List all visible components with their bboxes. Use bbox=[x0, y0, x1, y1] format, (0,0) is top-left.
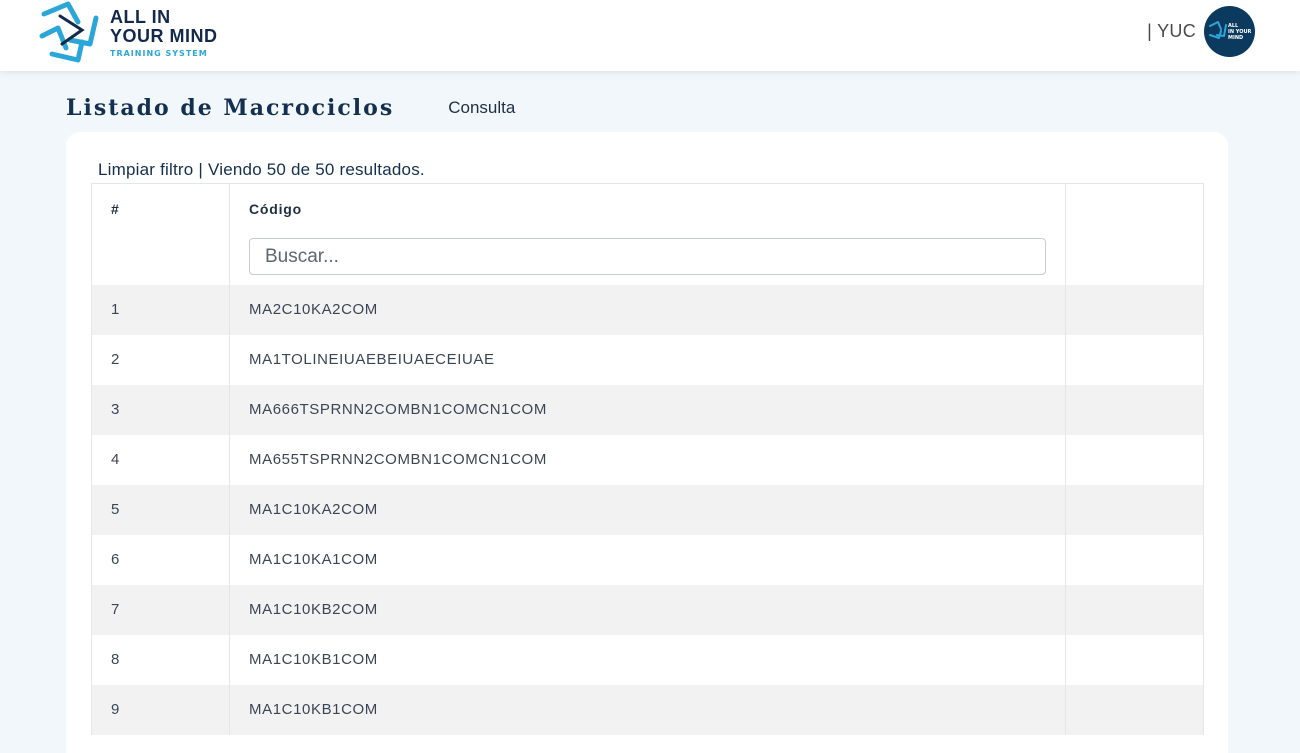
avatar-logo-icon: ALL IN YOUR MIND bbox=[1209, 20, 1252, 41]
avatar-text-3: MIND bbox=[1228, 35, 1243, 41]
view-detail-icon[interactable] bbox=[1065, 334, 1204, 385]
row-number: 8 bbox=[91, 634, 230, 685]
table-header-row: # Código bbox=[91, 183, 1204, 285]
row-code: MA1C10KB1COM bbox=[229, 684, 1066, 735]
view-detail-icon[interactable] bbox=[1065, 634, 1204, 685]
view-detail-icon[interactable] bbox=[1065, 284, 1204, 335]
table-row[interactable]: 6 MA1C10KA1COM bbox=[91, 534, 1204, 585]
brand-name-line2: YOUR MIND bbox=[110, 26, 218, 46]
filter-separator: | bbox=[198, 160, 204, 179]
row-number: 6 bbox=[91, 534, 230, 585]
view-detail-icon[interactable] bbox=[1065, 534, 1204, 585]
macrocycles-table: # Código 1MA2C10KA2COM2MA1TOLINEIUAEBEIU… bbox=[91, 183, 1204, 735]
search-input[interactable] bbox=[249, 238, 1046, 275]
column-header-code[interactable]: Código bbox=[229, 183, 1066, 285]
row-number: 3 bbox=[91, 384, 230, 435]
row-number: 2 bbox=[91, 334, 230, 385]
row-code: MA655TSPRNN2COMBN1COMCN1COM bbox=[229, 434, 1066, 485]
table-row[interactable]: 3 MA666TSPRNN2COMBN1COMCN1COM bbox=[91, 384, 1204, 435]
view-detail-icon[interactable] bbox=[1065, 484, 1204, 535]
user-menu[interactable]: | YUC ALL IN YOUR MIND bbox=[1147, 5, 1255, 57]
table-row[interactable]: 7 MA1C10KB2COM bbox=[91, 584, 1204, 635]
list-card: Limpiar filtro | Viendo 50 de 50 resulta… bbox=[66, 132, 1228, 753]
page-title: Listado de Macrociclos bbox=[66, 95, 395, 121]
row-code: MA1C10KA2COM bbox=[229, 484, 1066, 535]
view-detail-icon[interactable] bbox=[1065, 584, 1204, 635]
brand-tagline: TRAINING SYSTEM bbox=[110, 49, 208, 58]
view-detail-icon[interactable] bbox=[1065, 434, 1204, 485]
table-row[interactable]: 2 MA1TOLINEIUAEBEIUAECEIUAE bbox=[91, 334, 1204, 385]
top-navbar: ALL IN YOUR MIND TRAINING SYSTEM | YUC A… bbox=[0, 0, 1300, 71]
row-code: MA1C10KA1COM bbox=[229, 534, 1066, 585]
column-header-number-label: # bbox=[111, 201, 120, 217]
column-header-actions bbox=[1065, 183, 1204, 285]
view-detail-icon[interactable] bbox=[1065, 684, 1204, 735]
row-number: 7 bbox=[91, 584, 230, 635]
row-number: 5 bbox=[91, 484, 230, 535]
user-name: | YUC bbox=[1147, 20, 1196, 41]
brand-logo[interactable]: ALL IN YOUR MIND TRAINING SYSTEM bbox=[38, 0, 248, 66]
row-code: MA1C10KB2COM bbox=[229, 584, 1066, 635]
row-number: 1 bbox=[91, 284, 230, 335]
view-detail-icon[interactable] bbox=[1065, 384, 1204, 435]
row-code: MA666TSPRNN2COMBN1COMCN1COM bbox=[229, 384, 1066, 435]
table-row[interactable]: 9 MA1C10KB1COM bbox=[91, 684, 1204, 735]
column-header-code-label: Código bbox=[249, 201, 303, 217]
table-row[interactable]: 1 MA2C10KA2COM bbox=[91, 284, 1204, 335]
column-header-number[interactable]: # bbox=[91, 183, 230, 285]
row-code: MA2C10KA2COM bbox=[229, 284, 1066, 335]
row-code: MA1TOLINEIUAEBEIUAECEIUAE bbox=[229, 334, 1066, 385]
table-row[interactable]: 4 MA655TSPRNN2COMBN1COMCN1COM bbox=[91, 434, 1204, 485]
breadcrumb-current: Consulta bbox=[448, 98, 516, 117]
brand-logo-icon bbox=[39, 1, 99, 63]
filter-status: Limpiar filtro | Viendo 50 de 50 resulta… bbox=[92, 160, 425, 180]
clear-filter-link[interactable]: Limpiar filtro bbox=[98, 160, 193, 180]
page-header: Listado de Macrociclos Consulta bbox=[66, 92, 515, 124]
row-number: 9 bbox=[91, 684, 230, 735]
table-row[interactable]: 8 MA1C10KB1COM bbox=[91, 634, 1204, 685]
row-code: MA1C10KB1COM bbox=[229, 634, 1066, 685]
row-number: 4 bbox=[91, 434, 230, 485]
table-row[interactable]: 5 MA1C10KA2COM bbox=[91, 484, 1204, 535]
brand-name-line1: ALL IN bbox=[110, 7, 171, 27]
results-count: Viendo 50 de 50 resultados. bbox=[208, 160, 425, 179]
avatar[interactable]: ALL IN YOUR MIND bbox=[1204, 5, 1255, 57]
